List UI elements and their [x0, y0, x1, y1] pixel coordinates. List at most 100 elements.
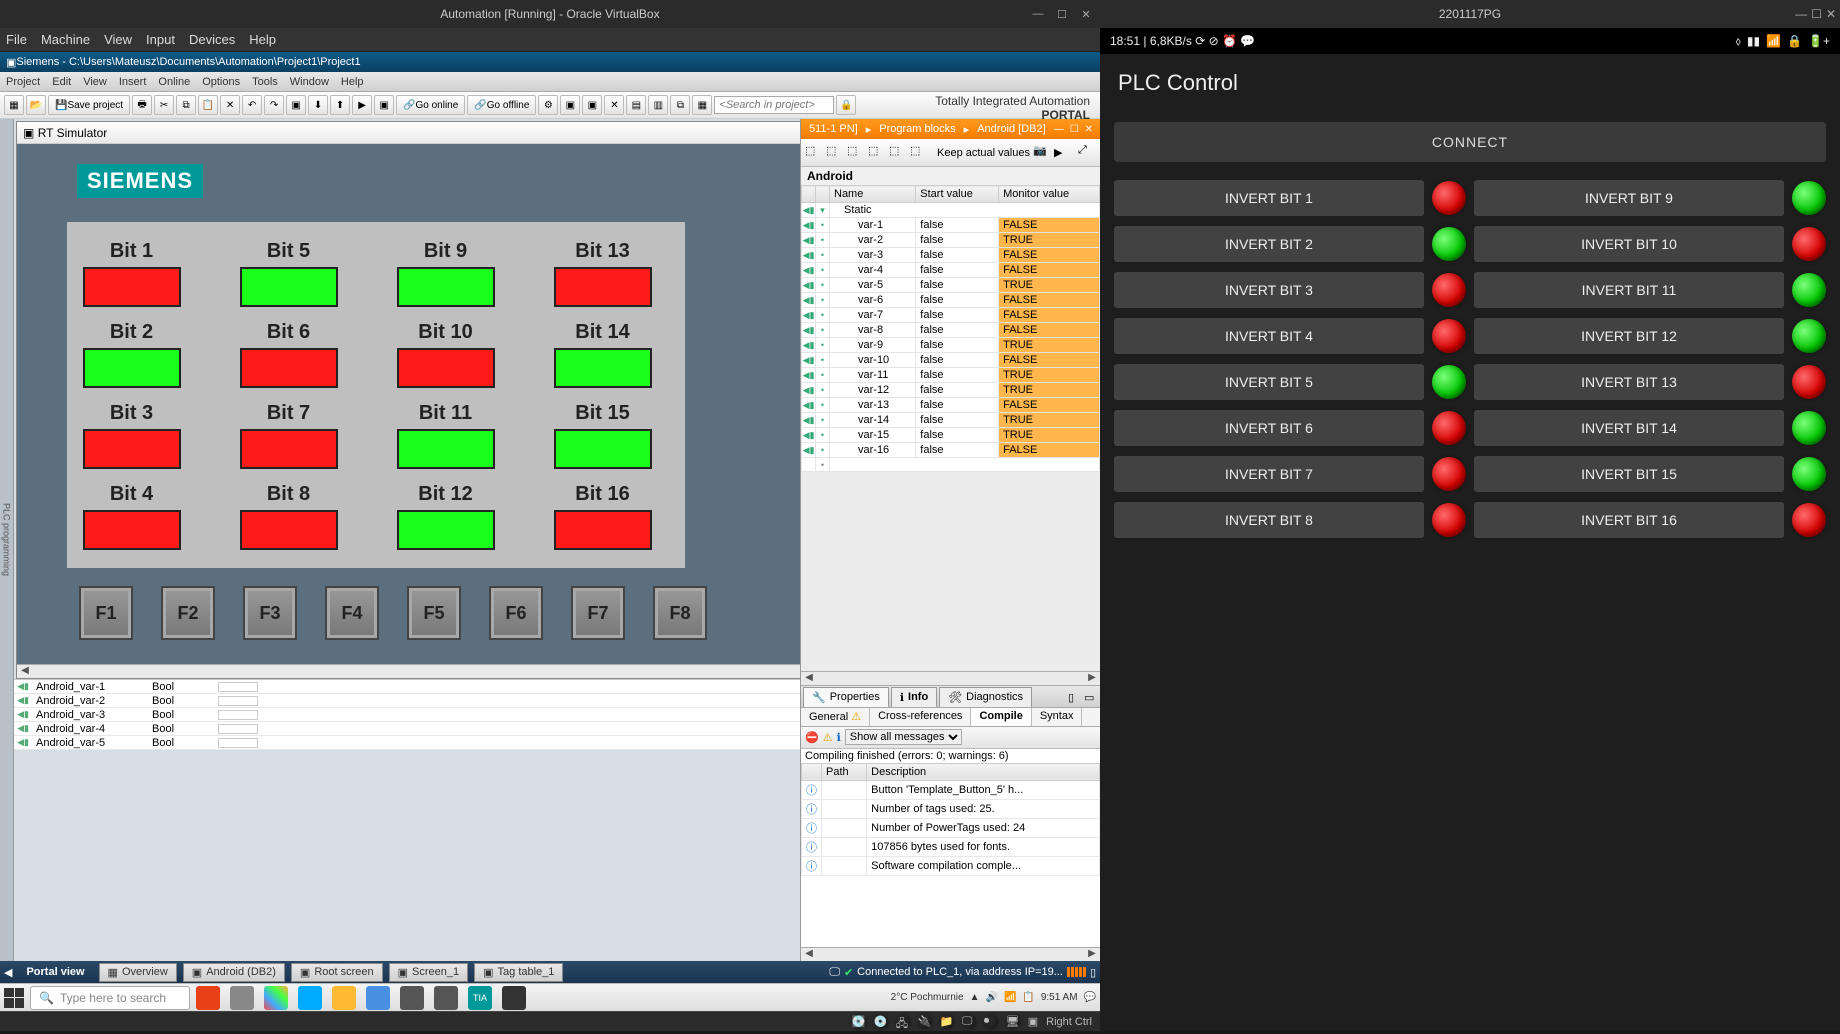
hmi-bit-indicator[interactable] [554, 429, 652, 469]
invert-bit-button[interactable]: INVERT BIT 8 [1114, 502, 1424, 538]
db-var-start[interactable]: false [916, 233, 999, 248]
invert-bit-button[interactable]: INVERT BIT 2 [1114, 226, 1424, 262]
taskbar-app-9[interactable] [502, 986, 526, 1010]
vbox-shared-icon[interactable]: 📁 [940, 1015, 954, 1029]
vbox-cpu-icon[interactable]: 🖥 [1006, 1015, 1020, 1029]
db-var-row[interactable]: ◀▮•var-9falseTRUE [802, 338, 1100, 353]
windows-search-input[interactable]: 🔍 Type here to search [30, 986, 190, 1010]
start-button[interactable] [4, 988, 24, 1008]
copy-button[interactable]: ⧉ [176, 95, 196, 115]
subtab-crossref[interactable]: Cross-references [870, 708, 971, 726]
db-var-row[interactable]: ◀▮•var-13falseFALSE [802, 398, 1100, 413]
vbox-disk-icon[interactable]: 💽 [852, 1015, 866, 1029]
db-tb-1[interactable]: ⬚ [805, 144, 823, 162]
print-button[interactable]: 🖶 [132, 95, 152, 115]
vbox-net-icon[interactable]: 🖧 [896, 1015, 910, 1029]
tia-menu-help[interactable]: Help [341, 76, 364, 88]
fkey-f7[interactable]: F7 [571, 586, 625, 640]
hmi-bit-indicator[interactable] [240, 429, 338, 469]
fkey-f8[interactable]: F8 [653, 586, 707, 640]
compile-message-row[interactable]: ⓘ107856 bytes used for fonts. [802, 837, 1100, 856]
tia-menu-insert[interactable]: Insert [119, 76, 147, 88]
vbox-display-icon[interactable]: 🖵 [962, 1015, 976, 1029]
taskbar-app-edge[interactable] [298, 986, 322, 1010]
tia-side-tab[interactable]: PLC programming [0, 119, 14, 961]
paste-button[interactable]: 📋 [198, 95, 218, 115]
simulate-button[interactable]: ▶ [352, 95, 372, 115]
db-var-row[interactable]: ◀▮•var-4falseFALSE [802, 263, 1100, 278]
invert-bit-button[interactable]: INVERT BIT 9 [1474, 180, 1784, 216]
db-static-section[interactable]: Static [830, 203, 1100, 218]
db-var-start[interactable]: false [916, 383, 999, 398]
taskbar-app-7[interactable] [434, 986, 458, 1010]
invert-bit-button[interactable]: INVERT BIT 14 [1474, 410, 1784, 446]
tia-menu-project[interactable]: Project [6, 76, 40, 88]
task-tab-screen1[interactable]: ▣ Screen_1 [389, 963, 469, 982]
hmi-bit-indicator[interactable] [554, 267, 652, 307]
taskbar-app-2[interactable] [230, 986, 254, 1010]
tag-value[interactable] [218, 724, 258, 734]
invert-bit-button[interactable]: INVERT BIT 10 [1474, 226, 1784, 262]
db-tb-5[interactable]: ⬚ [889, 144, 907, 162]
msg-info-icon[interactable]: ℹ [837, 731, 841, 744]
fkey-f3[interactable]: F3 [243, 586, 297, 640]
vbox-rec-icon[interactable]: ⏺ [984, 1015, 998, 1029]
task-tab-root-screen[interactable]: ▣ Root screen [291, 963, 383, 982]
db-var-start[interactable]: false [916, 338, 999, 353]
taskbar-app-6[interactable] [400, 986, 424, 1010]
menu-devices[interactable]: Devices [189, 32, 235, 47]
phone-maximize-button[interactable]: ☐ [1811, 7, 1822, 21]
db-col-monitor[interactable]: Monitor value [999, 186, 1100, 203]
compile-message-row[interactable]: ⓘNumber of PowerTags used: 24 [802, 818, 1100, 837]
compile-message-row[interactable]: ⓘNumber of tags used: 25. [802, 799, 1100, 818]
db-var-row[interactable]: ◀▮•var-7falseFALSE [802, 308, 1100, 323]
db-tb-2[interactable]: ⬚ [826, 144, 844, 162]
tb-8[interactable]: ▦ [692, 95, 712, 115]
db-tb-6[interactable]: ⬚ [910, 144, 928, 162]
invert-bit-button[interactable]: INVERT BIT 7 [1114, 456, 1424, 492]
tag-value[interactable] [218, 696, 258, 706]
db-var-row[interactable]: ◀▮•var-14falseTRUE [802, 413, 1100, 428]
menu-view[interactable]: View [104, 32, 132, 47]
start-runtime-button[interactable]: ▣ [374, 95, 394, 115]
open-project-button[interactable]: 📂 [26, 95, 46, 115]
subtab-syntax[interactable]: Syntax [1032, 708, 1083, 726]
db-var-start[interactable]: false [916, 443, 999, 458]
tia-menu-view[interactable]: View [83, 76, 107, 88]
delete-button[interactable]: ✕ [220, 95, 240, 115]
menu-input[interactable]: Input [146, 32, 175, 47]
db-var-row[interactable]: ◀▮•var-2falseTRUE [802, 233, 1100, 248]
db-var-start[interactable]: false [916, 413, 999, 428]
tray-notifications-icon[interactable]: 💬 [1084, 992, 1096, 1003]
db-var-start[interactable]: false [916, 398, 999, 413]
download-button[interactable]: ⬇ [308, 95, 328, 115]
taskbar-app-explorer[interactable] [332, 986, 356, 1010]
taskbar-app-chrome[interactable] [264, 986, 288, 1010]
db-col-name[interactable]: Name [830, 186, 916, 203]
fkey-f1[interactable]: F1 [79, 586, 133, 640]
tray-up-icon[interactable]: ▲ [970, 992, 980, 1003]
maximize-button[interactable]: ☐ [1052, 5, 1072, 23]
msg-hscrollbar[interactable]: ◀▶ [801, 947, 1100, 961]
bc-1[interactable]: Program blocks [879, 123, 955, 135]
tag-value[interactable] [218, 710, 258, 720]
undo-button[interactable]: ↶ [242, 95, 262, 115]
tb-5[interactable]: ▤ [626, 95, 646, 115]
invert-bit-button[interactable]: INVERT BIT 1 [1114, 180, 1424, 216]
tab-diagnostics[interactable]: 🛠Diagnostics [939, 687, 1032, 707]
invert-bit-button[interactable]: INVERT BIT 16 [1474, 502, 1784, 538]
msg-col-path[interactable]: Path [822, 763, 867, 780]
db-var-row[interactable]: ◀▮•var-8falseFALSE [802, 323, 1100, 338]
hmi-bit-indicator[interactable] [397, 348, 495, 388]
task-tab-overview[interactable]: ▦ Overview [99, 963, 177, 982]
tb-2[interactable]: ▣ [560, 95, 580, 115]
tb-3[interactable]: ▣ [582, 95, 602, 115]
db-arrow-right-icon[interactable]: ▶ [1054, 146, 1062, 159]
invert-bit-button[interactable]: INVERT BIT 11 [1474, 272, 1784, 308]
invert-bit-button[interactable]: INVERT BIT 12 [1474, 318, 1784, 354]
save-project-button[interactable]: 💾 Save project [48, 95, 130, 115]
db-var-row[interactable]: ◀▮•var-5falseTRUE [802, 278, 1100, 293]
invert-bit-button[interactable]: INVERT BIT 15 [1474, 456, 1784, 492]
db-var-row[interactable]: ◀▮•var-3falseFALSE [802, 248, 1100, 263]
db-var-start[interactable]: false [916, 323, 999, 338]
